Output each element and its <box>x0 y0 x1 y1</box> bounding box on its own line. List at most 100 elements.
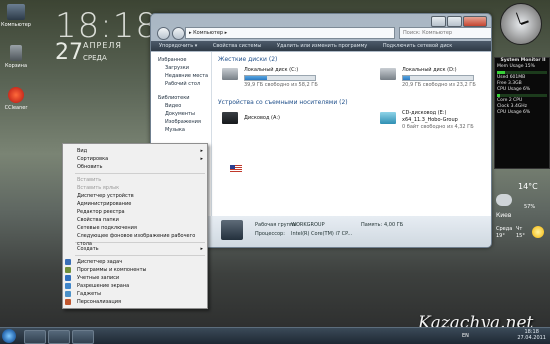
forward-button[interactable] <box>171 27 185 40</box>
context-menu-item[interactable]: Сетевые подключения <box>63 224 207 232</box>
map-network-drive-button[interactable]: Подключить сетевой диск <box>383 43 453 49</box>
context-menu-item[interactable]: Гаджеты <box>63 290 207 298</box>
forecast-day-2: Чт <box>516 226 523 232</box>
hard-disk-icon <box>222 68 238 80</box>
nav-item-pictures[interactable]: Изображения <box>151 118 211 126</box>
nav-item-music[interactable]: Музыка <box>151 126 211 134</box>
desktop-clock-weekday: СРЕДА <box>83 54 107 62</box>
drive-label: Локальный диск (D:) <box>402 67 457 73</box>
context-menu-item[interactable]: Вид ▸ <box>63 147 207 155</box>
context-menu-item[interactable]: Свойства папки <box>63 216 207 224</box>
drive-d[interactable]: Локальный диск (D:) 20,9 ГБ свободно из … <box>380 66 480 90</box>
menu-item-label: Создать <box>77 246 99 252</box>
close-button[interactable] <box>463 16 487 27</box>
desktop-icon-computer[interactable]: Компьютер <box>0 4 34 28</box>
context-menu-item[interactable]: Обновить <box>63 163 207 171</box>
menu-item-label: Учетные записи <box>77 275 120 281</box>
section-hard-disks[interactable]: Жесткие диски (2) <box>218 56 277 64</box>
system-monitor-gadget: System Monitor II Mem Usage 15% Used 601M… <box>494 57 550 169</box>
nav-item-downloads[interactable]: Загрузки <box>151 64 211 72</box>
tray-clock[interactable]: 18:18 27.04.2011 <box>517 329 546 341</box>
nav-libraries[interactable]: Библиотеки <box>151 94 211 102</box>
menu-item-label: Редактор реестра <box>77 209 125 215</box>
context-menu-item[interactable]: Администрирование <box>63 200 207 208</box>
weather-gadget: 14°C Киев 57% Среда 19° Чт 15° <box>494 174 548 246</box>
system-properties-button[interactable]: Свойства системы <box>213 43 261 49</box>
context-menu-item[interactable]: Программы и компоненты <box>63 266 207 274</box>
search-input[interactable]: Поиск: Компьютер <box>399 27 491 39</box>
organize-button[interactable]: Упорядочить ▾ <box>159 43 197 49</box>
menu-item-label: Администрирование <box>77 201 132 207</box>
taskbar-media-button[interactable] <box>48 330 70 344</box>
sysmon-usage-bar <box>497 71 547 74</box>
drive-volume-label: x64_11.3_Hobo-Group <box>402 117 458 123</box>
language-indicator[interactable]: EN <box>462 333 469 339</box>
content-pane: Жесткие диски (2) Локальный диск (C:) 39… <box>212 52 491 216</box>
maximize-button[interactable] <box>447 16 462 27</box>
drive-a[interactable]: Дисковод (A:) <box>222 110 322 134</box>
context-menu-item[interactable]: Диспетчер устройств <box>63 192 207 200</box>
drive-e[interactable]: CD-дисковод (E:) x64_11.3_Hobo-Group 0 б… <box>380 110 480 134</box>
menu-item-label: Персонализация <box>77 299 121 305</box>
menu-item-label: Свойства папки <box>77 217 119 223</box>
context-menu-item[interactable]: Редактор реестра <box>63 208 207 216</box>
menu-separator <box>75 173 205 174</box>
drive-usage-bar <box>402 75 474 81</box>
context-menu-item[interactable]: Сортировка ▸ <box>63 155 207 163</box>
drive-usage-bar <box>244 75 316 81</box>
menu-item-label: Диспетчер задач <box>77 259 123 265</box>
desktop-icon-recycle-bin[interactable]: Корзина <box>0 45 34 69</box>
menu-item-icon <box>65 259 71 265</box>
cpu-label: Процессор: <box>255 231 285 237</box>
nav-item-recent[interactable]: Недавние места <box>151 72 211 80</box>
memory-value: 4,00 ГБ <box>384 222 404 228</box>
taskbar-explorer-button[interactable] <box>24 330 46 344</box>
nav-favorites[interactable]: Избранное <box>151 56 211 64</box>
context-menu-item[interactable]: Следующее фоновое изображение рабочего с… <box>63 232 207 247</box>
desktop-icon-ccleaner[interactable]: CCleaner <box>0 87 34 111</box>
nav-item-documents[interactable]: Документы <box>151 110 211 118</box>
drive-label: Локальный диск (C:) <box>244 67 299 73</box>
uninstall-program-button[interactable]: Удалить или изменить программу <box>277 43 367 49</box>
menu-separator <box>75 255 205 256</box>
context-menu-item: Вставить <box>63 176 207 184</box>
drive-free-text: 39,9 ГБ свободно из 58,2 ГБ <box>244 82 318 88</box>
start-button[interactable] <box>2 329 16 343</box>
forecast-day-1: Среда <box>496 226 513 232</box>
desktop-icon-label: CCleaner <box>4 105 28 111</box>
weather-temp: 14°C <box>518 182 538 191</box>
menu-item-icon <box>65 267 71 273</box>
context-menu-item[interactable]: Диспетчер задач <box>63 258 207 266</box>
context-menu-item[interactable]: Разрешение экрана <box>63 282 207 290</box>
floppy-icon <box>222 112 238 124</box>
taskbar-player-button[interactable] <box>72 330 94 344</box>
minimize-button[interactable] <box>431 16 446 27</box>
submenu-arrow-icon: ▸ <box>200 246 203 252</box>
address-field[interactable]: ▸ Компьютер ▸ <box>185 27 395 39</box>
cloud-icon <box>496 194 512 206</box>
nav-item-video[interactable]: Видео <box>151 102 211 110</box>
weather-city: Киев <box>496 212 512 219</box>
computer-icon <box>221 220 243 240</box>
context-menu-item[interactable]: Персонализация <box>63 298 207 306</box>
sysmon-usage-bar <box>497 94 547 97</box>
ccleaner-icon <box>8 87 24 103</box>
context-menu-item[interactable]: Создать ▸ <box>63 245 207 253</box>
menu-item-label: Вставить ярлык <box>77 185 120 191</box>
sysmon-row: CPU Usage 6% <box>497 87 531 92</box>
computer-icon <box>7 4 25 20</box>
drive-c[interactable]: Локальный диск (C:) 39,9 ГБ свободно из … <box>222 66 322 90</box>
memory-label: Память: <box>361 222 383 228</box>
language-flag-icon <box>230 165 242 173</box>
desktop-icon-label: Компьютер <box>1 22 31 28</box>
submenu-arrow-icon: ▸ <box>200 148 203 154</box>
context-menu-item[interactable]: Учетные записи <box>63 274 207 282</box>
nav-item-desktop[interactable]: Рабочий стол <box>151 80 211 88</box>
menu-item-label: Сортировка <box>77 156 109 162</box>
back-button[interactable] <box>157 27 170 40</box>
analog-clock-gadget <box>500 3 542 45</box>
drive-free-text: 0 байт свободно из 4,32 ГБ <box>402 124 474 130</box>
forecast-day-2-temp: 15° <box>516 233 525 239</box>
window-controls <box>431 16 487 27</box>
section-removable[interactable]: Устройства со съемными носителями (2) <box>218 99 348 107</box>
